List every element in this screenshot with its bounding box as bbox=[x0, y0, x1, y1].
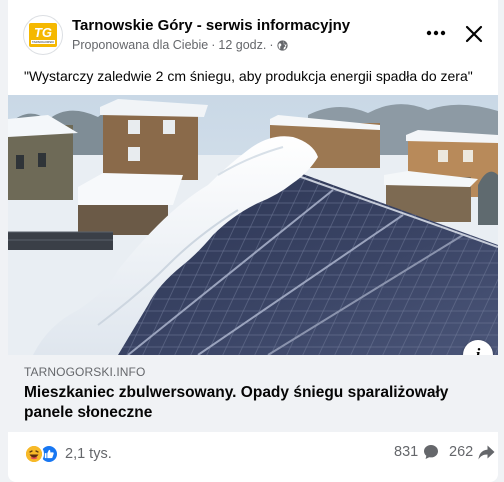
globe-icon[interactable] bbox=[276, 39, 288, 51]
meta-separator: · bbox=[211, 38, 216, 52]
engagement-bar: 2,1 tys. 831 262 bbox=[8, 432, 498, 482]
haha-reaction-icon bbox=[24, 444, 44, 464]
snowy-solar-panel-photo bbox=[8, 95, 498, 355]
more-options-button[interactable] bbox=[425, 22, 447, 44]
logo-subtext: TARNOGORSKI bbox=[31, 40, 55, 44]
share-icon bbox=[478, 445, 495, 459]
comments-link[interactable]: 831 bbox=[394, 444, 439, 460]
post-card: TG TARNOGORSKI Tarnowskie Góry - serwis … bbox=[8, 0, 498, 482]
close-button[interactable] bbox=[462, 22, 486, 46]
post-meta: Proponowana dla Ciebie · 12 godz. · bbox=[72, 38, 288, 52]
suggested-label: Proponowana dla Ciebie bbox=[72, 38, 209, 52]
page-logo: TG TARNOGORSKI bbox=[29, 23, 57, 47]
comment-icon bbox=[424, 445, 439, 459]
link-domain: TARNOGORSKI.INFO bbox=[24, 365, 146, 379]
link-preview-image[interactable] bbox=[8, 95, 498, 355]
reaction-count: 2,1 tys. bbox=[65, 446, 112, 462]
link-preview[interactable]: TARNOGORSKI.INFO Mieszkaniec zbulwersowa… bbox=[8, 355, 498, 432]
meta-separator-2: · bbox=[269, 38, 274, 52]
page-name-link[interactable]: Tarnowskie Góry - serwis informacyjny bbox=[72, 17, 350, 34]
post-header: TG TARNOGORSKI Tarnowskie Góry - serwis … bbox=[8, 0, 498, 62]
shares-link[interactable]: 262 bbox=[449, 444, 495, 460]
comment-count: 831 bbox=[394, 444, 419, 460]
link-title[interactable]: Mieszkaniec zbulwersowany. Opady śniegu … bbox=[24, 383, 464, 423]
more-horizontal-icon bbox=[426, 30, 446, 36]
reaction-summary[interactable]: 2,1 tys. bbox=[24, 444, 112, 464]
share-count: 262 bbox=[449, 444, 474, 460]
post-message: "Wystarczy zaledwie 2 cm śniegu, aby pro… bbox=[24, 68, 473, 84]
page-avatar[interactable]: TG TARNOGORSKI bbox=[23, 15, 63, 55]
logo-letters: TG bbox=[33, 25, 53, 40]
post-time-link[interactable]: 12 godz. bbox=[218, 38, 266, 52]
close-icon bbox=[465, 25, 483, 43]
